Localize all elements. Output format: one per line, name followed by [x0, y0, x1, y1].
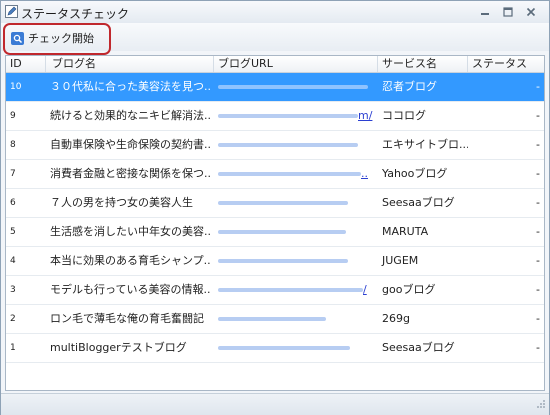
cell-id: 5: [10, 227, 16, 237]
cell-blog-name: 自動車保険や生命保険の契約書...: [50, 138, 211, 151]
cell-status: -: [536, 254, 540, 267]
cell-status: -: [536, 225, 540, 238]
cell-status: -: [536, 283, 540, 296]
cell-status: -: [536, 341, 540, 354]
cell-blog-url[interactable]: ..: [214, 160, 374, 188]
table-row[interactable]: 6 ７人の男を持つ女の美容人生 Seesaaブログ -: [6, 189, 544, 218]
url-tail[interactable]: m/: [358, 109, 372, 122]
blog-status-table: ID ブログ名 ブログURL サービス名 ステータス 10 ３０代私に合った美容…: [5, 55, 545, 391]
start-check-label: チェック開始: [28, 32, 94, 45]
cell-blog-url[interactable]: [214, 334, 374, 362]
redacted-url: [218, 317, 326, 321]
cell-id: 7: [10, 169, 16, 179]
cell-blog-name: 本当に効果のある育毛シャンプ...: [50, 254, 211, 267]
status-bar: [1, 393, 549, 415]
cell-id: 10: [10, 82, 22, 92]
cell-service: Seesaaブログ: [382, 341, 455, 354]
cell-service: JUGEM: [382, 254, 419, 267]
table-row[interactable]: 7 消費者金融と密接な関係を保つ... .. Yahooブログ -: [6, 160, 544, 189]
cell-blog-url[interactable]: [214, 131, 374, 159]
redacted-url: [218, 201, 348, 205]
cell-status: -: [536, 167, 540, 180]
table-row[interactable]: 8 自動車保険や生命保険の契約書... エキサイトブロ... -: [6, 131, 544, 160]
cell-status: -: [536, 138, 540, 151]
cell-blog-name: 生活感を消したい中年女の美容...: [50, 225, 211, 238]
cell-service: Seesaaブログ: [382, 196, 455, 209]
title-bar[interactable]: ステータスチェック: [1, 1, 549, 23]
cell-service: gooブログ: [382, 283, 436, 296]
redacted-url: [218, 114, 358, 118]
cell-blog-name: ３０代私に合った美容法を見つ...: [50, 80, 211, 93]
search-icon: [11, 31, 24, 45]
table-row[interactable]: 5 生活感を消したい中年女の美容... MARUTA -: [6, 218, 544, 247]
cell-status: -: [536, 80, 540, 93]
redacted-url: [218, 259, 348, 263]
cell-blog-url[interactable]: [214, 218, 374, 246]
maximize-icon: [503, 7, 513, 17]
table-row[interactable]: 1 multiBloggerテストブログ Seesaaブログ -: [6, 334, 544, 363]
close-icon: [526, 7, 536, 17]
cell-blog-url[interactable]: [214, 247, 374, 275]
cell-blog-url[interactable]: [214, 189, 374, 217]
cell-blog-name: multiBloggerテストブログ: [50, 341, 187, 354]
cell-id: 3: [10, 285, 16, 295]
cell-service: 269g: [382, 312, 410, 325]
table-row[interactable]: 4 本当に効果のある育毛シャンプ... JUGEM -: [6, 247, 544, 276]
cell-status: -: [536, 312, 540, 325]
maximize-button[interactable]: [500, 5, 516, 19]
column-header-status[interactable]: ステータス: [468, 56, 544, 72]
cell-blog-name: モデルも行っている美容の情報...: [50, 283, 211, 296]
cell-service: Yahooブログ: [382, 167, 448, 180]
cell-id: 1: [10, 343, 16, 353]
table-row[interactable]: 10 ３０代私に合った美容法を見つ... 忍者ブログ -: [6, 73, 544, 102]
cell-service: 忍者ブログ: [382, 80, 437, 93]
cell-blog-name: 続けると効果的なニキビ解消法...: [50, 109, 211, 122]
cell-status: -: [536, 196, 540, 209]
table-row[interactable]: 3 モデルも行っている美容の情報... / gooブログ -: [6, 276, 544, 305]
redacted-url: [218, 172, 361, 176]
column-header-blog-name[interactable]: ブログ名: [46, 56, 214, 72]
table-row[interactable]: 2 ロン毛で薄毛な俺の育毛奮闘記 269g -: [6, 305, 544, 334]
status-check-window: ステータスチェック チェック開始 ID ブログ名 ブログURL サービス名 ステ…: [0, 0, 550, 415]
redacted-url: [218, 230, 346, 234]
toolbar: チェック開始: [1, 23, 549, 51]
cell-blog-url[interactable]: [214, 305, 374, 333]
cell-blog-name: ロン毛で薄毛な俺の育毛奮闘記: [50, 312, 204, 325]
cell-id: 6: [10, 198, 16, 208]
cell-blog-name: ７人の男を持つ女の美容人生: [50, 196, 193, 209]
close-button[interactable]: [523, 5, 539, 19]
cell-blog-url[interactable]: [214, 73, 374, 101]
column-header-id[interactable]: ID: [6, 56, 46, 72]
cell-id: 4: [10, 256, 16, 266]
table-header: ID ブログ名 ブログURL サービス名 ステータス: [6, 56, 544, 73]
url-tail[interactable]: ..: [361, 167, 368, 180]
cell-status: -: [536, 109, 540, 122]
url-tail[interactable]: /: [363, 283, 367, 296]
cell-id: 2: [10, 314, 16, 324]
column-header-blog-url[interactable]: ブログURL: [214, 56, 378, 72]
cell-blog-url[interactable]: m/: [214, 102, 374, 130]
cell-service: エキサイトブロ...: [382, 138, 468, 151]
redacted-url: [218, 85, 368, 89]
cell-id: 9: [10, 111, 16, 121]
redacted-url: [218, 143, 358, 147]
table-row[interactable]: 9 続けると効果的なニキビ解消法... m/ ココログ -: [6, 102, 544, 131]
resize-grip-icon[interactable]: [536, 399, 546, 412]
column-header-service[interactable]: サービス名: [378, 56, 468, 72]
cell-id: 8: [10, 140, 16, 150]
cell-blog-name: 消費者金融と密接な関係を保つ...: [50, 167, 211, 180]
start-check-button[interactable]: チェック開始: [11, 29, 94, 47]
redacted-url: [218, 346, 350, 350]
minimize-icon: [481, 13, 489, 15]
cell-blog-url[interactable]: /: [214, 276, 374, 304]
cell-service: ココログ: [382, 109, 426, 122]
app-edit-icon: [5, 5, 18, 18]
redacted-url: [218, 288, 363, 292]
cell-service: MARUTA: [382, 225, 429, 238]
minimize-button[interactable]: [477, 5, 493, 19]
window-title: ステータスチェック: [21, 7, 130, 21]
